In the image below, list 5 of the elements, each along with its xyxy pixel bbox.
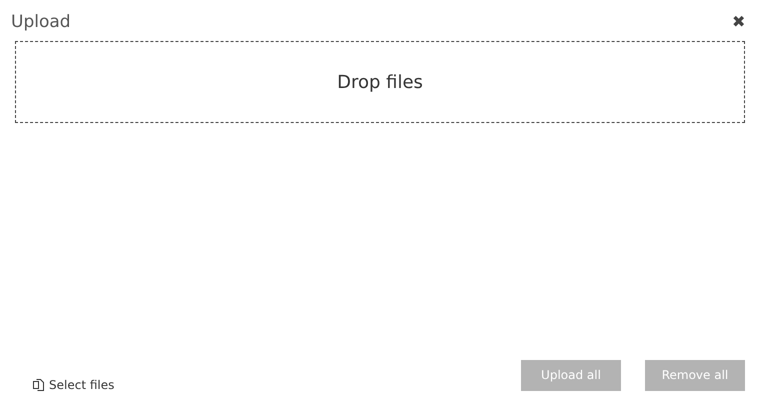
select-files-button[interactable]: Select files <box>32 378 114 392</box>
files-icon <box>32 378 46 392</box>
close-button[interactable]: ✖ <box>732 12 745 32</box>
drop-zone[interactable]: Drop files <box>15 41 745 123</box>
dialog-title: Upload <box>11 12 71 32</box>
